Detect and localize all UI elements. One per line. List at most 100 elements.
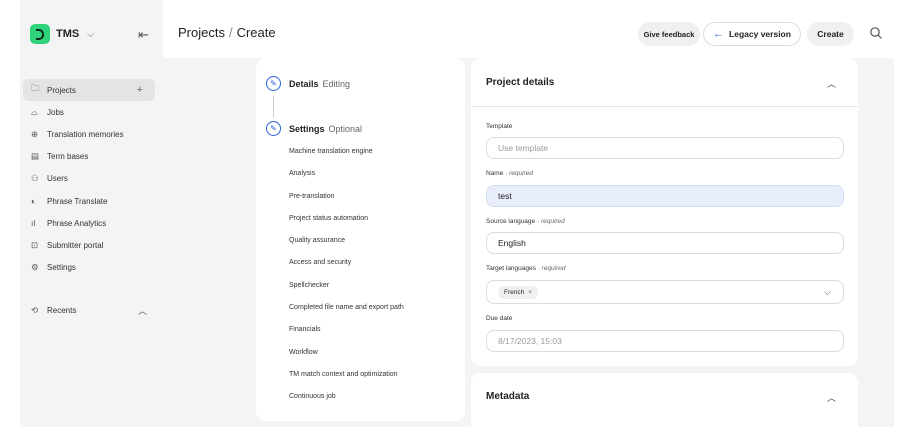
settings-section-link[interactable]: Access and security: [289, 257, 404, 279]
gear-icon: ⚙: [31, 262, 39, 273]
chevron-up-icon: ︿: [137, 305, 147, 316]
breadcrumb: Projects / Create: [178, 25, 276, 40]
app-name: TMS: [56, 28, 80, 40]
step-settings[interactable]: ✎ Settings Optional: [266, 121, 362, 136]
pencil-icon: ✎: [266, 76, 281, 91]
source-language-label: Source language · required: [486, 218, 565, 225]
chevron-up-icon[interactable]: ︿: [827, 391, 836, 404]
settings-section-link[interactable]: Machine translation engine: [289, 146, 404, 168]
due-date-label: Due date: [486, 315, 513, 322]
sidebar-item-term-bases[interactable]: ▤ Term bases: [23, 146, 155, 168]
breadcrumb-projects-link[interactable]: Projects: [178, 25, 225, 40]
collapse-sidebar-icon[interactable]: ⇤: [138, 27, 149, 43]
settings-section-link[interactable]: Project status automation: [289, 213, 404, 235]
sidebar: TMS ⌵ ⇤ 🗀 Projects + ⌓ Jobs ⊕ Translation memo…: [20, 0, 163, 427]
step-details-status: Editing: [322, 78, 351, 89]
project-details-card: Project details ︿ Template Use template …: [471, 58, 858, 366]
settings-section-link[interactable]: Continuous job: [289, 391, 404, 413]
chip-label: French: [504, 288, 525, 296]
sidebar-nav: 🗀 Projects + ⌓ Jobs ⊕ Translation memories ▤ Ter…: [23, 79, 155, 279]
breadcrumb-current: Create: [236, 25, 276, 40]
required-hint: · required: [537, 265, 566, 272]
target-languages-select[interactable]: French × ⌵: [486, 280, 844, 304]
settings-section-link[interactable]: Pre-translation: [289, 191, 404, 213]
chevron-down-icon: ⌵: [824, 286, 831, 297]
book-icon: ▤: [31, 151, 40, 162]
step-settings-title: Settings: [289, 123, 325, 134]
steps-panel: ✎ Details Editing ✎ Settings Optional Ma…: [256, 58, 465, 421]
sidebar-item-recents[interactable]: ⟲ Recents ︿: [23, 299, 155, 321]
phrase-logo-icon: [30, 24, 50, 44]
portal-icon: ⊡: [31, 239, 39, 250]
sidebar-item-label: Jobs: [47, 107, 64, 117]
sidebar-item-phrase-analytics[interactable]: ıl Phrase Analytics: [23, 212, 155, 234]
metadata-card: Metadata ︿: [471, 373, 858, 427]
sidebar-item-users[interactable]: ⚇ Users: [23, 168, 155, 190]
main-content: ✎ Details Editing ✎ Settings Optional Ma…: [163, 58, 894, 427]
sidebar-item-label: Translation memories: [47, 129, 124, 139]
settings-section-link[interactable]: Completed file name and export path: [289, 302, 404, 324]
sidebar-item-translation-memories[interactable]: ⊕ Translation memories: [23, 123, 155, 145]
settings-sections-list: Machine translation engine Analysis Pre-tr…: [289, 146, 404, 414]
language-chip: French ×: [498, 285, 539, 299]
sidebar-item-jobs[interactable]: ⌓ Jobs: [23, 101, 155, 123]
settings-section-link[interactable]: Financials: [289, 324, 404, 346]
folder-icon: 🗀: [31, 83, 40, 94]
users-icon: ⚇: [31, 173, 39, 184]
bar-chart-icon: ıl: [31, 218, 36, 229]
step-details[interactable]: ✎ Details Editing: [266, 76, 350, 91]
required-hint: · required: [505, 170, 533, 177]
sidebar-item-label: Term bases: [47, 152, 89, 162]
search-icon[interactable]: [869, 26, 883, 40]
arrow-left-icon: ←: [713, 28, 725, 40]
sidebar-item-label: Phrase Translate: [47, 196, 108, 206]
sidebar-item-phrase-translate[interactable]: ◐ Phrase Translate: [23, 190, 155, 212]
template-select[interactable]: Use template: [486, 137, 844, 159]
sidebar-item-label: Settings: [47, 263, 76, 273]
remove-chip-icon[interactable]: ×: [528, 289, 532, 296]
sidebar-item-label: Users: [47, 174, 68, 184]
source-language-select[interactable]: English: [486, 232, 844, 254]
target-languages-label: Target languages · required: [486, 265, 566, 272]
add-project-icon[interactable]: +: [137, 84, 143, 96]
history-icon: ⟲: [31, 304, 39, 315]
due-date-input[interactable]: 8/17/2023, 15:03: [486, 330, 844, 352]
translate-icon: ◐: [31, 196, 37, 207]
source-language-label-text: Source language: [486, 218, 536, 225]
step-details-title: Details: [289, 78, 319, 89]
step-settings-status: Optional: [328, 123, 363, 134]
divider: [471, 106, 858, 107]
required-hint: · required: [536, 218, 565, 225]
name-input[interactable]: test: [486, 185, 844, 207]
sidebar-item-label: Submitter portal: [47, 240, 104, 250]
card-title: Metadata: [486, 391, 530, 402]
sidebar-item-label: Recents: [47, 305, 77, 315]
sidebar-item-label: Projects: [47, 85, 76, 95]
sidebar-item-label: Phrase Analytics: [47, 218, 107, 228]
settings-section-link[interactable]: Workflow: [289, 347, 404, 369]
pencil-icon: ✎: [266, 121, 281, 136]
sidebar-item-settings[interactable]: ⚙ Settings: [23, 257, 155, 279]
name-label: Name · required: [486, 170, 533, 177]
settings-section-link[interactable]: Spellchecker: [289, 280, 404, 302]
target-languages-label-text: Target languages: [486, 265, 536, 272]
sidebar-item-submitter-portal[interactable]: ⊡ Submitter portal: [23, 234, 155, 256]
settings-section-link[interactable]: TM match context and optimization: [289, 369, 404, 391]
legacy-version-button[interactable]: ← Legacy version: [703, 22, 801, 46]
settings-section-link[interactable]: Quality assurance: [289, 235, 404, 257]
card-title: Project details: [486, 77, 555, 88]
page-header: Projects / Create Give feedback ← Legacy v…: [163, 0, 894, 58]
legacy-version-label: Legacy version: [729, 29, 791, 39]
sidebar-item-projects[interactable]: 🗀 Projects +: [23, 79, 155, 102]
step-connector: [273, 96, 274, 118]
chevron-down-icon: ⌵: [87, 28, 95, 39]
globe-icon: ⊕: [31, 128, 39, 139]
name-label-text: Name: [486, 170, 504, 177]
app-switcher[interactable]: TMS ⌵: [30, 24, 94, 44]
give-feedback-button[interactable]: Give feedback: [638, 22, 700, 46]
create-button[interactable]: Create: [807, 22, 854, 46]
chevron-up-icon[interactable]: ︿: [827, 77, 836, 90]
settings-section-link[interactable]: Analysis: [289, 168, 404, 190]
template-label: Template: [486, 123, 513, 130]
briefcase-icon: ⌓: [31, 106, 38, 117]
